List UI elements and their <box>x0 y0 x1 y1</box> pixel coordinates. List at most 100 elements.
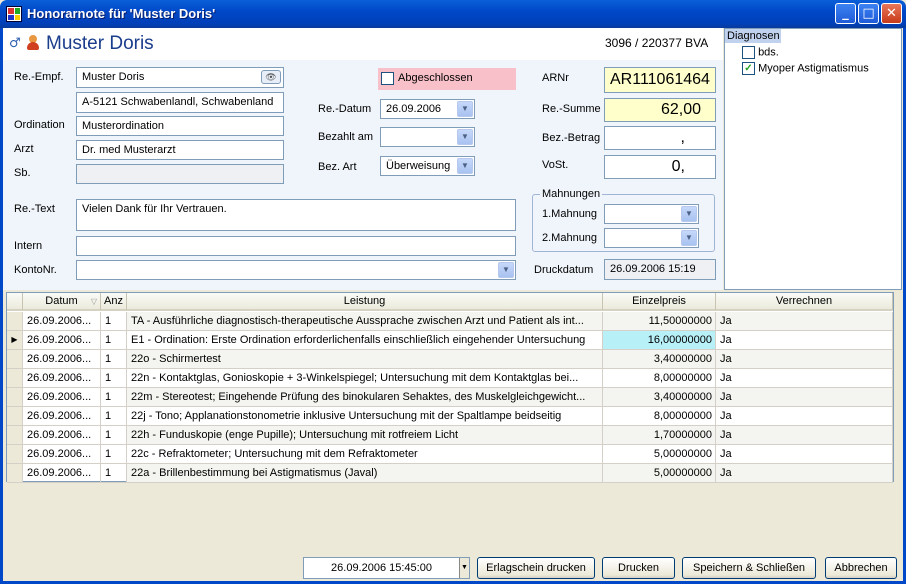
table-cell: Ja <box>716 426 893 445</box>
chevron-down-icon[interactable]: ▼ <box>498 262 514 278</box>
row-selector[interactable] <box>7 369 23 388</box>
speichern-schliessen-button[interactable]: Speichern & Schließen <box>682 557 816 579</box>
chevron-down-icon[interactable]: ▼ <box>457 101 473 117</box>
arzt-field[interactable]: Dr. med Musterarzt <box>76 140 284 160</box>
sb-label: Sb. <box>14 167 31 179</box>
leistungen-table[interactable]: Datum ▽ Anz Leistung Einzelpreis Verrechn… <box>6 292 894 483</box>
chevron-down-icon[interactable]: ▼ <box>457 158 473 174</box>
mahnungen-label: Mahnungen <box>540 188 603 200</box>
close-button[interactable]: ✕ <box>881 3 902 24</box>
row-selector[interactable] <box>7 312 23 331</box>
table-cell: 22h - Funduskopie (enge Pupille); Unters… <box>127 426 603 445</box>
table-row[interactable]: 26.09.2006... 1 22c - Refraktometer; Unter… <box>7 445 893 464</box>
sb-field[interactable] <box>76 164 284 184</box>
row-selector[interactable] <box>7 407 23 426</box>
mahnung2-select[interactable]: ▼ <box>604 228 699 248</box>
diagnose-label: bds. <box>758 46 779 59</box>
column-header[interactable]: Verrechnen <box>716 293 893 311</box>
table-cell: 1 <box>101 331 127 350</box>
patient-id: 3096 / 220377 BVA <box>605 36 709 50</box>
table-cell: 26.09.2006... <box>23 369 101 388</box>
abgeschlossen-label: Abgeschlossen <box>398 72 473 84</box>
table-row[interactable]: 26.09.2006... 1 22h - Funduskopie (enge Pu… <box>7 426 893 445</box>
row-selector[interactable] <box>7 426 23 445</box>
bez-art-label: Bez. Art <box>318 161 357 173</box>
chevron-down-icon[interactable]: ▼ <box>459 558 469 578</box>
table-row[interactable]: 26.09.2006... 1 22j - Tono; Applanationsto… <box>7 407 893 426</box>
re-summe-field[interactable]: 62,00 <box>604 98 716 122</box>
re-summe-label: Re.-Summe <box>542 103 601 115</box>
checkbox[interactable] <box>742 46 755 59</box>
table-cell: 22j - Tono; Applanationstonometrie inklu… <box>127 407 603 426</box>
intern-field[interactable] <box>76 236 516 256</box>
chevron-down-icon[interactable]: ▼ <box>681 230 697 246</box>
abgeschlossen-checkbox[interactable] <box>381 72 394 85</box>
table-row[interactable]: 26.09.2006... 1 TA - Ausführliche diagnost… <box>7 312 893 331</box>
table-cell: 5,00000000 <box>603 445 716 464</box>
table-row[interactable]: 26.09.2006... 1 22m - Stereotest; Eingehen… <box>7 388 893 407</box>
kontonr-select[interactable]: ▼ <box>76 260 516 280</box>
table-row[interactable]: 26.09.2006... 1 22a - Brillenbestimmung be… <box>7 464 893 483</box>
diagnose-item[interactable]: bds. <box>742 46 779 59</box>
re-datum-picker[interactable]: 26.09.2006 ▼ <box>380 99 475 119</box>
column-header[interactable]: Datum ▽ <box>23 293 101 311</box>
ordination-field[interactable]: Musterordination <box>76 116 284 136</box>
row-selector[interactable] <box>7 350 23 369</box>
abbrechen-button[interactable]: Abbrechen <box>825 557 897 579</box>
chevron-down-icon[interactable]: ▼ <box>681 206 697 222</box>
re-empf-field[interactable]: Muster Doris 👁 <box>76 67 284 88</box>
table-cell: 22n - Kontaktglas, Gonioskopie + 3-Winke… <box>127 369 603 388</box>
column-header[interactable]: Anz <box>101 293 127 311</box>
table-cell: Ja <box>716 464 893 483</box>
arnr-field[interactable]: AR111061464 <box>604 67 716 93</box>
mahnung2-label: 2.Mahnung <box>542 232 598 244</box>
re-text-label: Re.-Text <box>14 203 55 215</box>
row-selector[interactable] <box>7 445 23 464</box>
vost-label: VoSt. <box>542 159 569 171</box>
table-row[interactable]: 26.09.2006... 1 22n - Kontaktglas, Goniosk… <box>7 369 893 388</box>
row-selector[interactable] <box>7 388 23 407</box>
maximize-button[interactable]: □ <box>858 3 879 24</box>
column-header[interactable]: Leistung <box>127 293 603 311</box>
drucken-button[interactable]: Drucken <box>602 557 675 579</box>
diagnose-item[interactable]: ✓ Myoper Astigmatismus <box>742 62 869 75</box>
bez-betrag-field[interactable]: , <box>604 126 716 150</box>
chevron-down-icon[interactable]: ▼ <box>457 129 473 145</box>
table-cell: 3,40000000 <box>603 350 716 369</box>
diagnosen-title: Diagnosen <box>725 29 781 43</box>
current-row-icon[interactable]: ▶ <box>7 331 23 350</box>
table-cell: 1 <box>101 426 127 445</box>
table-cell: 22c - Refraktometer; Untersuchung mit de… <box>127 445 603 464</box>
print-datetime-picker[interactable]: 26.09.2006 15:45:00 ▼ <box>303 557 470 579</box>
re-text-field[interactable]: Vielen Dank für Ihr Vertrauen. <box>76 199 516 231</box>
window-title: Honorarnote für 'Muster Doris' <box>27 6 216 21</box>
table-row[interactable]: ▶ 26.09.2006... 1 E1 - Ordination: Erste Or… <box>7 331 893 350</box>
address-field[interactable]: A-5121 Schwabenlandl, Schwabenland <box>76 92 284 113</box>
checkbox-checked[interactable]: ✓ <box>742 62 755 75</box>
table-cell: 1 <box>101 388 127 407</box>
table-cell: Ja <box>716 407 893 426</box>
table-cell: 1 <box>101 369 127 388</box>
row-selector[interactable] <box>7 464 23 483</box>
person-icon <box>26 35 40 50</box>
vost-field[interactable]: 0, <box>604 155 716 179</box>
table-row[interactable]: 26.09.2006... 1 22o - Schirmertest 3,400000… <box>7 350 893 369</box>
minimize-button[interactable]: _ <box>835 3 856 24</box>
bezahlt-am-picker[interactable]: ▼ <box>380 127 475 147</box>
erlagschein-drucken-button[interactable]: Erlagschein drucken <box>477 557 595 579</box>
re-empf-label: Re.-Empf. <box>14 71 64 83</box>
table-cell: 26.09.2006... <box>23 388 101 407</box>
table-cell: 5,00000000 <box>603 464 716 483</box>
abgeschlossen-area[interactable]: Abgeschlossen <box>378 68 516 90</box>
kontonr-label: KontoNr. <box>14 264 57 276</box>
row-header-corner <box>7 293 23 311</box>
eye-icon[interactable]: 👁 <box>261 70 281 84</box>
column-header[interactable]: Einzelpreis <box>603 293 716 311</box>
ordination-label: Ordination <box>14 119 65 131</box>
mahnung1-select[interactable]: ▼ <box>604 204 699 224</box>
app-icon <box>6 6 22 22</box>
table-cell: TA - Ausführliche diagnostisch-therapeut… <box>127 312 603 331</box>
table-cell: 26.09.2006... <box>23 464 101 483</box>
bez-art-select[interactable]: Überweisung ▼ <box>380 156 475 176</box>
table-cell: Ja <box>716 350 893 369</box>
